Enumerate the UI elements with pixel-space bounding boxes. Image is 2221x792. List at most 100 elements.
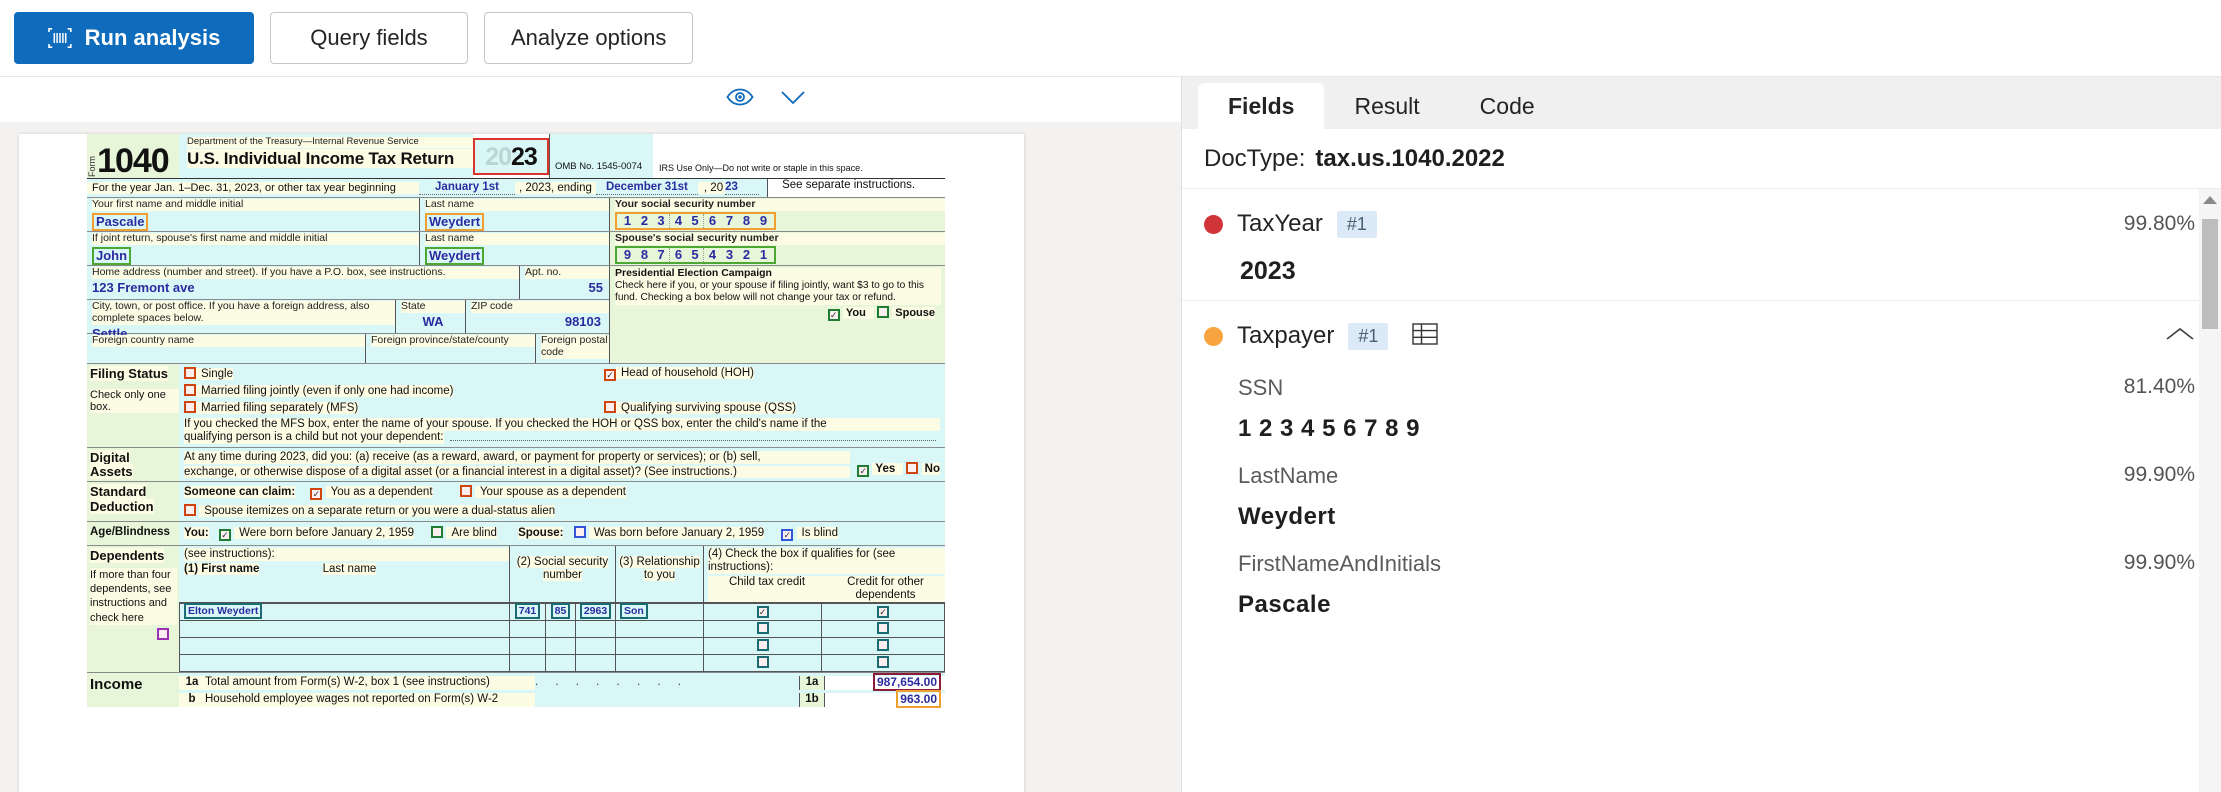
fs-qss-checkbox[interactable] xyxy=(604,401,616,413)
state-label: State xyxy=(401,300,465,313)
tab-code[interactable]: Code xyxy=(1450,83,1565,129)
income-body: 1a Total amount from Form(s) W-2, box 1 … xyxy=(179,672,945,708)
taxpayer-name-row: Your first name and middle initial Pasca… xyxy=(87,198,945,232)
first-name-value: Pascale xyxy=(92,212,149,232)
dep-row2-ctc-checkbox[interactable] xyxy=(756,621,769,634)
standard-deduction-body: Someone can claim: You as a dependent Yo… xyxy=(179,482,945,522)
dep-row1-odc-checkbox[interactable] xyxy=(877,606,889,619)
dep-row4-odc-checkbox[interactable] xyxy=(877,655,889,668)
year-suffix-value: 23 xyxy=(725,181,760,195)
field-header-taxyear[interactable]: TaxYear #1 99.80% xyxy=(1182,205,2221,243)
dep-col1-label: (1) First name xyxy=(184,563,260,576)
dependents-title-block: Dependents If more than four dependents,… xyxy=(87,546,179,672)
scroll-up-arrow[interactable] xyxy=(2199,189,2221,211)
fs-hoh-checkbox[interactable] xyxy=(604,369,616,381)
dep-row4-ctc-checkbox[interactable] xyxy=(756,655,769,668)
dep-row1-ctc-checkbox[interactable] xyxy=(756,606,769,619)
field-confidence-taxyear: 99.80% xyxy=(2123,212,2195,235)
digital-yes-checkbox[interactable] xyxy=(857,465,870,478)
ssn-d5: 5 xyxy=(687,213,704,229)
address-and-pec: Home address (number and street). If you… xyxy=(87,266,945,364)
dep-row3-ctc-checkbox[interactable] xyxy=(756,638,769,651)
subfield-name-ssn: SSN xyxy=(1238,375,1284,400)
subfield-firstname[interactable]: FirstNameAndInitials Pascale 99.90% xyxy=(1182,531,2221,619)
dep-row3-odc-checkbox[interactable] xyxy=(877,638,889,651)
subfield-confidence-firstname: 99.90% xyxy=(2123,551,2195,574)
fs-mfj-checkbox[interactable] xyxy=(184,383,196,396)
age-blindness-title: Age/Blindness xyxy=(87,522,179,546)
subfield-value-firstname: Pascale xyxy=(1238,591,1331,618)
run-analysis-label: Run analysis xyxy=(84,25,221,50)
tab-result[interactable]: Result xyxy=(1324,83,1449,129)
chevron-up-icon[interactable] xyxy=(2165,327,2195,346)
fs-hoh-label: Head of household (HOH) xyxy=(616,367,754,379)
age-blindness-body: You: Were born before January 2, 1959 Ar… xyxy=(179,522,945,546)
tab-fields-label: Fields xyxy=(1228,92,1295,119)
dependents-more-checkbox[interactable] xyxy=(157,627,169,640)
digital-no-checkbox[interactable] xyxy=(906,462,919,475)
dependents-table: Elton Weydert 741 85 2963 Son xyxy=(179,602,945,672)
age-spouse-blind-checkbox[interactable] xyxy=(781,529,794,542)
subfield-ssn[interactable]: SSN 1 2 3 4 5 6 7 8 9 81.40% xyxy=(1182,355,2221,443)
table-row[interactable] xyxy=(179,619,945,638)
field-name-taxyear: TaxYear xyxy=(1237,210,1323,237)
scrollbar-thumb[interactable] xyxy=(2202,219,2218,329)
income-1a-label: Total amount from Form(s) W-2, box 1 (se… xyxy=(205,675,535,690)
digital-assets-section: Digital Assets At any time during 2023, … xyxy=(87,447,945,483)
ending-label: , 2023, ending xyxy=(515,181,596,195)
fs-note-line2: qualifying person is a child but not you… xyxy=(184,430,444,444)
table-row[interactable]: Elton Weydert 741 85 2963 Son xyxy=(179,602,945,621)
end-date-value: December 31st xyxy=(595,181,698,195)
form-1040-page[interactable]: Form 1040 Department of the Treasury—Int… xyxy=(19,134,1024,792)
sp-ssn-d8: 2 xyxy=(742,246,751,262)
income-title: Income xyxy=(87,672,179,707)
table-row[interactable] xyxy=(179,636,945,655)
sp-ssn-d7: 3 xyxy=(725,246,734,262)
panel-scrollbar[interactable] xyxy=(2199,189,2221,792)
page-scroll-area[interactable]: Form 1040 Department of the Treasury—Int… xyxy=(0,122,1181,792)
dep-col4b-label: Credit for other dependents xyxy=(826,576,945,602)
field-header-taxpayer[interactable]: Taxpayer #1 xyxy=(1182,317,2221,355)
eye-icon[interactable] xyxy=(726,88,754,111)
query-fields-button[interactable]: Query fields xyxy=(270,12,468,64)
dep-col4-label: (4) Check the box if qualifies for (see … xyxy=(708,548,945,574)
dependents-sub: If more than four dependents, see instru… xyxy=(90,567,177,625)
pec-you-checkbox[interactable] xyxy=(827,308,840,321)
field-list[interactable]: TaxYear #1 99.80% 2023 Taxpayer #1 SSN 1… xyxy=(1182,189,2221,792)
field-group-taxpayer[interactable]: Taxpayer #1 SSN 1 2 3 4 5 6 7 8 9 81.40%… xyxy=(1182,301,2221,633)
address-label: Home address (number and street). If you… xyxy=(92,266,519,279)
subfield-lastname[interactable]: LastName Weydert 99.90% xyxy=(1182,443,2221,531)
foreign-province-label: Foreign province/state/county xyxy=(371,334,535,347)
age-you-blind-checkbox[interactable] xyxy=(431,526,444,539)
std-claim-label: Someone can claim: xyxy=(184,486,296,499)
fs-note-line1: If you checked the MFS box, enter the na… xyxy=(184,417,940,431)
field-group-taxyear[interactable]: TaxYear #1 99.80% 2023 xyxy=(1182,189,2221,301)
spouse-ssn-value: 9 8 7 6 5 4 3 2 1 xyxy=(615,245,776,265)
fs-note-blank[interactable] xyxy=(449,439,936,441)
fs-qss-label: Qualifying surviving spouse (QSS) xyxy=(616,402,797,414)
pec-spouse-checkbox[interactable] xyxy=(877,305,890,318)
income-line-1b: b Household employee wages not reported … xyxy=(179,689,945,708)
std-spouse-checkbox[interactable] xyxy=(459,485,472,498)
fs-single-checkbox[interactable] xyxy=(184,367,196,379)
income-1b-label: Household employee wages not reported on… xyxy=(205,692,535,707)
dep-row2-odc-checkbox[interactable] xyxy=(877,621,889,634)
table-row[interactable] xyxy=(179,653,945,672)
income-section: Income 1a Total amount from Form(s) W-2,… xyxy=(87,672,945,708)
filing-status-options: Single Married filing jointly (even if o… xyxy=(179,364,945,447)
table-icon[interactable] xyxy=(1412,322,1439,350)
digital-yes-label: Yes xyxy=(872,463,904,476)
fs-mfs-checkbox[interactable] xyxy=(184,400,196,413)
run-analysis-button[interactable]: Run analysis xyxy=(14,12,254,64)
digital-assets-title2: Assets xyxy=(90,464,133,480)
year-value: 23 xyxy=(511,142,538,171)
confidence-dot xyxy=(1204,214,1223,234)
chevron-down-icon[interactable] xyxy=(780,90,806,110)
dependents-title: Dependents xyxy=(90,548,165,564)
analyze-options-button[interactable]: Analyze options xyxy=(484,12,694,64)
std-you-checkbox[interactable] xyxy=(310,488,323,501)
age-spouse-born-checkbox[interactable] xyxy=(573,526,586,539)
tab-fields[interactable]: Fields xyxy=(1198,83,1325,129)
age-you-born-checkbox[interactable] xyxy=(218,529,231,542)
std-itemize-checkbox[interactable] xyxy=(184,504,196,517)
